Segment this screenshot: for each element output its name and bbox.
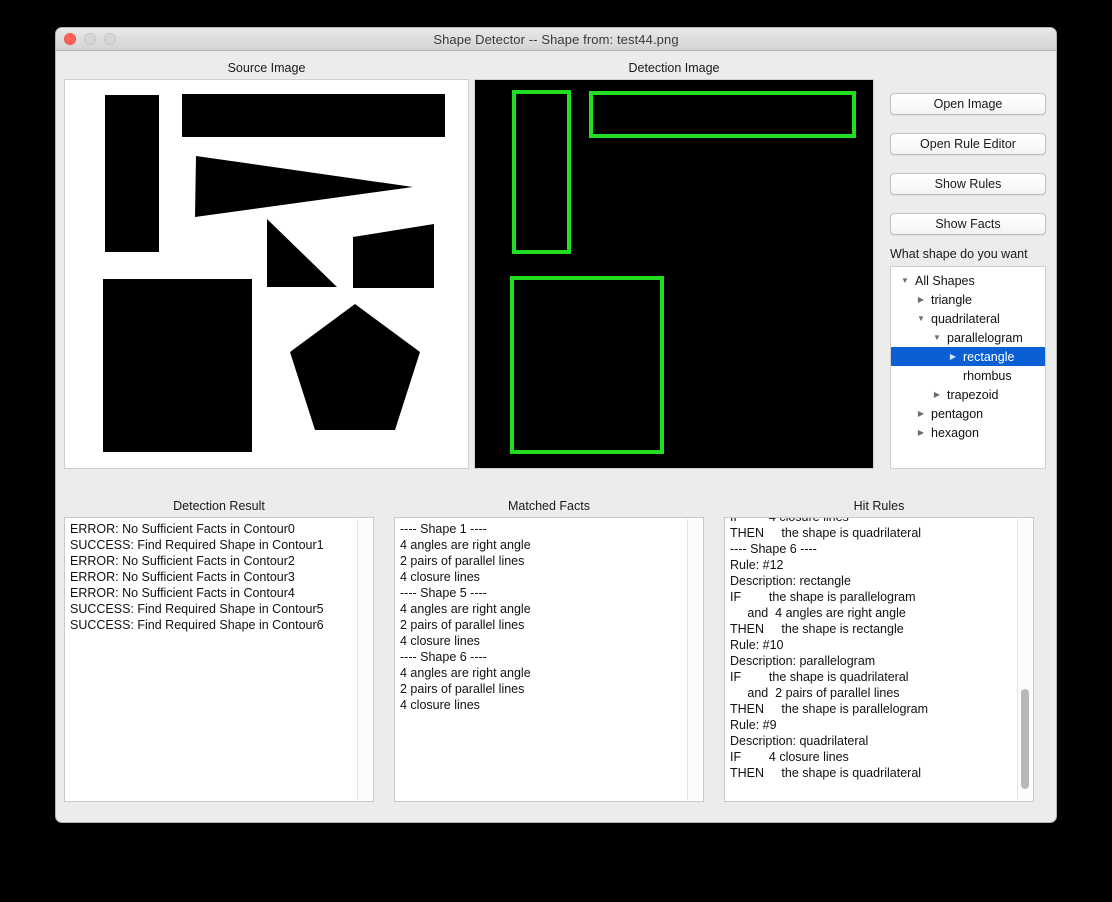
tree-item-rhombus[interactable]: rhombus bbox=[891, 366, 1045, 385]
show-facts-button[interactable]: Show Facts bbox=[890, 213, 1046, 235]
chevron-right-icon[interactable]: ▶ bbox=[947, 352, 959, 361]
window-titlebar[interactable]: Shape Detector -- Shape from: test44.png bbox=[56, 28, 1056, 51]
tree-item-hexagon[interactable]: ▶ hexagon bbox=[891, 423, 1045, 442]
matched-facts-scrollbar[interactable] bbox=[687, 519, 702, 800]
hit-rules-scroll-thumb[interactable] bbox=[1021, 689, 1029, 789]
window-content: Source Image Detection Image Open Image … bbox=[56, 51, 1056, 822]
chevron-down-icon[interactable]: ▼ bbox=[915, 314, 927, 323]
screen-root: Shape Detector -- Shape from: test44.png… bbox=[0, 0, 1112, 902]
text-line: Rule: #10 bbox=[730, 638, 784, 652]
window-title: Shape Detector -- Shape from: test44.png bbox=[433, 31, 679, 47]
text-line: SUCCESS: Find Required Shape in Contour6 bbox=[70, 618, 324, 632]
tree-item-pentagon[interactable]: ▶ pentagon bbox=[891, 404, 1045, 423]
close-button[interactable] bbox=[64, 33, 76, 45]
text-line: 4 angles are right angle bbox=[400, 666, 531, 680]
tree-item-label: rectangle bbox=[963, 349, 1015, 364]
detection-result-panel[interactable]: ERROR: No Sufficient Facts in Contour0 SU… bbox=[64, 517, 374, 802]
text-line: ERROR: No Sufficient Facts in Contour3 bbox=[70, 570, 295, 584]
tree-item-parallelogram[interactable]: ▼ parallelogram bbox=[891, 328, 1045, 347]
detection-image-canvas bbox=[475, 80, 873, 468]
source-image-canvas bbox=[65, 80, 468, 468]
tree-item-label: rhombus bbox=[963, 368, 1012, 383]
wide-rectangle-top bbox=[182, 94, 445, 137]
hit-rules-panel[interactable]: IF 4 closure lines THEN the shape is quad… bbox=[724, 517, 1034, 802]
text-line: Description: quadrilateral bbox=[730, 734, 869, 748]
text-line: and 4 angles are right angle bbox=[730, 606, 906, 620]
chevron-right-icon[interactable]: ▶ bbox=[915, 409, 927, 418]
text-line: and 2 pairs of parallel lines bbox=[730, 686, 900, 700]
tree-item-label: quadrilateral bbox=[931, 311, 1000, 326]
tree-item-all-shapes[interactable]: ▼ All Shapes bbox=[891, 271, 1045, 290]
text-line: ---- Shape 6 ---- bbox=[730, 542, 817, 556]
text-line: 4 angles are right angle bbox=[400, 538, 531, 552]
text-line: 4 angles are right angle bbox=[400, 602, 531, 616]
hit-rules-text: IF 4 closure lines THEN the shape is quad… bbox=[730, 517, 1017, 801]
detection-image-panel[interactable] bbox=[474, 79, 874, 469]
text-line: IF 4 closure lines bbox=[730, 750, 849, 764]
text-line: THEN the shape is quadrilateral bbox=[730, 766, 922, 780]
traffic-light-group bbox=[64, 33, 116, 45]
text-line: ERROR: No Sufficient Facts in Contour0 bbox=[70, 522, 295, 536]
text-line: THEN the shape is quadrilateral bbox=[730, 526, 922, 540]
tall-rectangle-left bbox=[105, 95, 159, 252]
detection-result-scrollbar[interactable] bbox=[357, 519, 372, 800]
text-line: 2 pairs of parallel lines bbox=[400, 682, 525, 696]
text-line: Rule: #9 bbox=[730, 718, 777, 732]
text-line: THEN the shape is rectangle bbox=[730, 622, 904, 636]
shape-tree[interactable]: ▼ All Shapes ▶ triangle ▼ quadrilateral ▼ paral… bbox=[890, 266, 1046, 469]
text-line: 2 pairs of parallel lines bbox=[400, 618, 525, 632]
tree-item-quadrilateral[interactable]: ▼ quadrilateral bbox=[891, 309, 1045, 328]
text-line: 4 closure lines bbox=[400, 698, 480, 712]
tree-item-rectangle[interactable]: ▶ rectangle bbox=[891, 347, 1045, 366]
large-square bbox=[103, 279, 252, 452]
text-line: ---- Shape 1 ---- bbox=[400, 522, 487, 536]
text-line: Description: rectangle bbox=[730, 574, 851, 588]
maximize-button[interactable] bbox=[104, 33, 116, 45]
tree-item-label: hexagon bbox=[931, 425, 979, 440]
tree-item-label: All Shapes bbox=[915, 273, 975, 288]
text-line: SUCCESS: Find Required Shape in Contour5 bbox=[70, 602, 324, 616]
text-line: ---- Shape 6 ---- bbox=[400, 650, 487, 664]
matched-facts-text: ---- Shape 1 ---- 4 angles are right angl… bbox=[400, 521, 687, 801]
text-line: IF the shape is quadrilateral bbox=[730, 670, 909, 684]
detection-image-caption: Detection Image bbox=[628, 61, 720, 75]
hit-rules-caption: Hit Rules bbox=[853, 499, 905, 513]
tree-item-label: trapezoid bbox=[947, 387, 999, 402]
tree-item-label: triangle bbox=[931, 292, 972, 307]
tree-item-label: pentagon bbox=[931, 406, 984, 421]
source-image-panel[interactable] bbox=[64, 79, 469, 469]
shape-tree-title: What shape do you want bbox=[890, 247, 1028, 261]
chevron-right-icon[interactable]: ▶ bbox=[931, 390, 943, 399]
chevron-right-icon[interactable]: ▶ bbox=[915, 295, 927, 304]
hit-rules-scrollbar[interactable] bbox=[1017, 519, 1032, 800]
text-line: SUCCESS: Find Required Shape in Contour1 bbox=[70, 538, 324, 552]
tree-item-trapezoid[interactable]: ▶ trapezoid bbox=[891, 385, 1045, 404]
chevron-right-icon[interactable]: ▶ bbox=[915, 428, 927, 437]
application-window: Shape Detector -- Shape from: test44.png… bbox=[56, 28, 1056, 822]
chevron-down-icon[interactable]: ▼ bbox=[931, 333, 943, 342]
text-line: THEN the shape is parallelogram bbox=[730, 702, 929, 716]
text-line: 4 closure lines bbox=[400, 570, 480, 584]
detection-result-caption: Detection Result bbox=[173, 499, 265, 513]
text-line: Rule: #12 bbox=[730, 558, 784, 572]
text-line: IF the shape is parallelogram bbox=[730, 590, 916, 604]
chevron-down-icon[interactable]: ▼ bbox=[899, 276, 911, 285]
matched-facts-caption: Matched Facts bbox=[508, 499, 590, 513]
text-line-clipped: IF 4 closure lines bbox=[730, 517, 849, 524]
matched-facts-panel[interactable]: ---- Shape 1 ---- 4 angles are right angl… bbox=[394, 517, 704, 802]
text-line: Description: parallelogram bbox=[730, 654, 876, 668]
detection-result-text: ERROR: No Sufficient Facts in Contour0 SU… bbox=[70, 521, 357, 801]
text-line: ERROR: No Sufficient Facts in Contour4 bbox=[70, 586, 295, 600]
open-image-button[interactable]: Open Image bbox=[890, 93, 1046, 115]
source-image-caption: Source Image bbox=[227, 61, 306, 75]
minimize-button[interactable] bbox=[84, 33, 96, 45]
text-line: ERROR: No Sufficient Facts in Contour2 bbox=[70, 554, 295, 568]
open-rule-editor-button[interactable]: Open Rule Editor bbox=[890, 133, 1046, 155]
text-line: 4 closure lines bbox=[400, 634, 480, 648]
text-line: ---- Shape 5 ---- bbox=[400, 586, 487, 600]
show-rules-button[interactable]: Show Rules bbox=[890, 173, 1046, 195]
tree-item-triangle[interactable]: ▶ triangle bbox=[891, 290, 1045, 309]
text-line: 2 pairs of parallel lines bbox=[400, 554, 525, 568]
tree-item-label: parallelogram bbox=[947, 330, 1023, 345]
